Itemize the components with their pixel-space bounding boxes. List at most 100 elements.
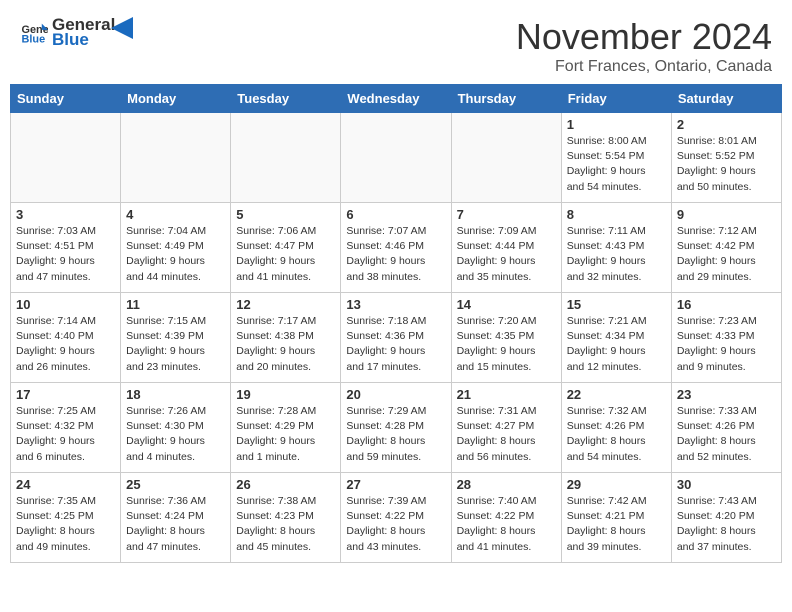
day-info: Sunrise: 7:28 AM Sunset: 4:29 PM Dayligh… <box>236 404 335 465</box>
day-number: 24 <box>16 477 115 492</box>
calendar-cell: 11 Sunrise: 7:15 AM Sunset: 4:39 PM Dayli… <box>121 293 231 383</box>
calendar-cell <box>231 113 341 203</box>
calendar-cell: 10 Sunrise: 7:14 AM Sunset: 4:40 PM Dayli… <box>11 293 121 383</box>
day-info: Sunrise: 7:25 AM Sunset: 4:32 PM Dayligh… <box>16 404 115 465</box>
day-number: 6 <box>346 207 445 222</box>
day-info: Sunrise: 7:06 AM Sunset: 4:47 PM Dayligh… <box>236 224 335 285</box>
calendar-week-row: 1 Sunrise: 8:00 AM Sunset: 5:54 PM Daylig… <box>11 113 782 203</box>
logo-blue-text: Blue <box>52 31 115 50</box>
calendar-cell: 23Sunrise: 7:33 AM Sunset: 4:26 PM Dayli… <box>671 383 781 473</box>
logo-arrow-icon <box>111 17 133 39</box>
calendar-cell <box>11 113 121 203</box>
day-info: Sunrise: 7:21 AM Sunset: 4:34 PM Dayligh… <box>567 314 666 375</box>
day-info: Sunrise: 8:00 AM Sunset: 5:54 PM Dayligh… <box>567 134 666 195</box>
calendar-cell: 20 Sunrise: 7:29 AM Sunset: 4:28 PM Dayli… <box>341 383 451 473</box>
day-info: Sunrise: 7:40 AM Sunset: 4:22 PM Dayligh… <box>457 494 556 555</box>
day-number: 7 <box>457 207 556 222</box>
title-block: November 2024 Fort Frances, Ontario, Can… <box>516 16 772 76</box>
calendar-cell <box>341 113 451 203</box>
calendar-day-header: Wednesday <box>341 85 451 113</box>
calendar-cell: 13Sunrise: 7:18 AM Sunset: 4:36 PM Dayli… <box>341 293 451 383</box>
calendar-cell: 12 Sunrise: 7:17 AM Sunset: 4:38 PM Dayli… <box>231 293 341 383</box>
day-info: Sunrise: 7:09 AM Sunset: 4:44 PM Dayligh… <box>457 224 556 285</box>
day-info: Sunrise: 7:38 AM Sunset: 4:23 PM Dayligh… <box>236 494 335 555</box>
calendar-cell: 17 Sunrise: 7:25 AM Sunset: 4:32 PM Dayli… <box>11 383 121 473</box>
day-info: Sunrise: 7:31 AM Sunset: 4:27 PM Dayligh… <box>457 404 556 465</box>
day-number: 12 <box>236 297 335 312</box>
day-number: 29 <box>567 477 666 492</box>
day-info: Sunrise: 7:14 AM Sunset: 4:40 PM Dayligh… <box>16 314 115 375</box>
day-number: 8 <box>567 207 666 222</box>
calendar-day-header: Thursday <box>451 85 561 113</box>
calendar-cell: 4 Sunrise: 7:04 AM Sunset: 4:49 PM Daylig… <box>121 203 231 293</box>
calendar-cell: 14Sunrise: 7:20 AM Sunset: 4:35 PM Dayli… <box>451 293 561 383</box>
calendar-cell: 8 Sunrise: 7:11 AM Sunset: 4:43 PM Daylig… <box>561 203 671 293</box>
day-number: 25 <box>126 477 225 492</box>
calendar-week-row: 24Sunrise: 7:35 AM Sunset: 4:25 PM Dayli… <box>11 473 782 563</box>
day-info: Sunrise: 7:12 AM Sunset: 4:42 PM Dayligh… <box>677 224 776 285</box>
day-info: Sunrise: 7:04 AM Sunset: 4:49 PM Dayligh… <box>126 224 225 285</box>
calendar-wrapper: SundayMondayTuesdayWednesdayThursdayFrid… <box>0 84 792 573</box>
calendar-day-header: Saturday <box>671 85 781 113</box>
calendar-week-row: 3 Sunrise: 7:03 AM Sunset: 4:51 PM Daylig… <box>11 203 782 293</box>
day-number: 4 <box>126 207 225 222</box>
svg-text:Blue: Blue <box>22 33 46 45</box>
calendar-cell: 16 Sunrise: 7:23 AM Sunset: 4:33 PM Dayli… <box>671 293 781 383</box>
day-number: 21 <box>457 387 556 402</box>
day-number: 1 <box>567 117 666 132</box>
day-number: 18 <box>126 387 225 402</box>
calendar-cell: 18 Sunrise: 7:26 AM Sunset: 4:30 PM Dayli… <box>121 383 231 473</box>
day-info: Sunrise: 7:07 AM Sunset: 4:46 PM Dayligh… <box>346 224 445 285</box>
day-info: Sunrise: 7:15 AM Sunset: 4:39 PM Dayligh… <box>126 314 225 375</box>
day-info: Sunrise: 7:33 AM Sunset: 4:26 PM Dayligh… <box>677 404 776 465</box>
day-number: 26 <box>236 477 335 492</box>
day-number: 10 <box>16 297 115 312</box>
calendar-cell: 24Sunrise: 7:35 AM Sunset: 4:25 PM Dayli… <box>11 473 121 563</box>
calendar-header-row: SundayMondayTuesdayWednesdayThursdayFrid… <box>11 85 782 113</box>
page-header: General Blue General Blue November 2024 … <box>0 0 792 84</box>
calendar-cell: 26 Sunrise: 7:38 AM Sunset: 4:23 PM Dayli… <box>231 473 341 563</box>
day-info: Sunrise: 8:01 AM Sunset: 5:52 PM Dayligh… <box>677 134 776 195</box>
calendar-cell <box>451 113 561 203</box>
day-number: 22 <box>567 387 666 402</box>
logo: General Blue General Blue <box>20 16 133 49</box>
day-number: 28 <box>457 477 556 492</box>
calendar-cell: 2 Sunrise: 8:01 AM Sunset: 5:52 PM Daylig… <box>671 113 781 203</box>
logo-icon: General Blue <box>20 19 48 47</box>
day-number: 20 <box>346 387 445 402</box>
calendar-cell: 27 Sunrise: 7:39 AM Sunset: 4:22 PM Dayli… <box>341 473 451 563</box>
calendar-day-header: Friday <box>561 85 671 113</box>
calendar-cell: 6 Sunrise: 7:07 AM Sunset: 4:46 PM Daylig… <box>341 203 451 293</box>
calendar-day-header: Sunday <box>11 85 121 113</box>
day-info: Sunrise: 7:32 AM Sunset: 4:26 PM Dayligh… <box>567 404 666 465</box>
calendar-cell: 28 Sunrise: 7:40 AM Sunset: 4:22 PM Dayli… <box>451 473 561 563</box>
day-number: 27 <box>346 477 445 492</box>
day-info: Sunrise: 7:42 AM Sunset: 4:21 PM Dayligh… <box>567 494 666 555</box>
day-number: 2 <box>677 117 776 132</box>
day-info: Sunrise: 7:23 AM Sunset: 4:33 PM Dayligh… <box>677 314 776 375</box>
calendar-day-header: Monday <box>121 85 231 113</box>
day-info: Sunrise: 7:17 AM Sunset: 4:38 PM Dayligh… <box>236 314 335 375</box>
day-number: 5 <box>236 207 335 222</box>
day-number: 30 <box>677 477 776 492</box>
day-info: Sunrise: 7:29 AM Sunset: 4:28 PM Dayligh… <box>346 404 445 465</box>
calendar-cell: 15 Sunrise: 7:21 AM Sunset: 4:34 PM Dayli… <box>561 293 671 383</box>
day-info: Sunrise: 7:26 AM Sunset: 4:30 PM Dayligh… <box>126 404 225 465</box>
day-number: 16 <box>677 297 776 312</box>
day-number: 3 <box>16 207 115 222</box>
day-number: 11 <box>126 297 225 312</box>
calendar-week-row: 10 Sunrise: 7:14 AM Sunset: 4:40 PM Dayli… <box>11 293 782 383</box>
calendar-cell: 1 Sunrise: 8:00 AM Sunset: 5:54 PM Daylig… <box>561 113 671 203</box>
day-number: 17 <box>16 387 115 402</box>
day-info: Sunrise: 7:03 AM Sunset: 4:51 PM Dayligh… <box>16 224 115 285</box>
calendar-cell: 19 Sunrise: 7:28 AM Sunset: 4:29 PM Dayli… <box>231 383 341 473</box>
calendar-cell: 3 Sunrise: 7:03 AM Sunset: 4:51 PM Daylig… <box>11 203 121 293</box>
day-number: 15 <box>567 297 666 312</box>
day-number: 19 <box>236 387 335 402</box>
day-info: Sunrise: 7:18 AM Sunset: 4:36 PM Dayligh… <box>346 314 445 375</box>
day-info: Sunrise: 7:39 AM Sunset: 4:22 PM Dayligh… <box>346 494 445 555</box>
calendar-table: SundayMondayTuesdayWednesdayThursdayFrid… <box>10 84 782 563</box>
calendar-week-row: 17 Sunrise: 7:25 AM Sunset: 4:32 PM Dayli… <box>11 383 782 473</box>
day-info: Sunrise: 7:36 AM Sunset: 4:24 PM Dayligh… <box>126 494 225 555</box>
day-info: Sunrise: 7:11 AM Sunset: 4:43 PM Dayligh… <box>567 224 666 285</box>
